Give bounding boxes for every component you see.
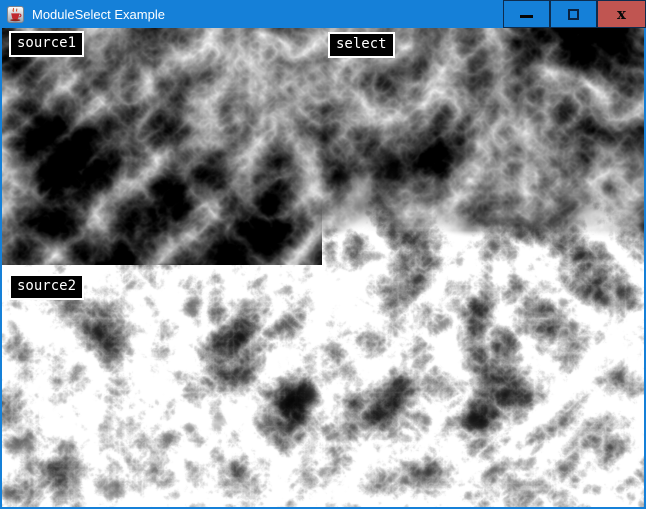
close-icon: x	[617, 7, 626, 22]
titlebar[interactable]: ModuleSelect Example x	[0, 0, 646, 28]
close-button[interactable]: x	[597, 0, 646, 28]
maximize-icon	[568, 9, 579, 20]
minimize-icon	[520, 15, 533, 18]
source2-label: source2	[9, 274, 84, 300]
select-label: select	[328, 32, 395, 58]
source2-image	[2, 265, 644, 507]
app-window: ModuleSelect Example x source1 select so…	[0, 0, 646, 509]
render-area: source1 select source2	[2, 28, 644, 507]
minimize-button[interactable]	[503, 0, 550, 28]
java-icon[interactable]	[7, 6, 24, 23]
source1-image	[2, 28, 322, 265]
maximize-button[interactable]	[550, 0, 597, 28]
window-controls: x	[503, 0, 646, 28]
source1-label: source1	[9, 31, 84, 57]
window-title: ModuleSelect Example	[32, 7, 503, 22]
